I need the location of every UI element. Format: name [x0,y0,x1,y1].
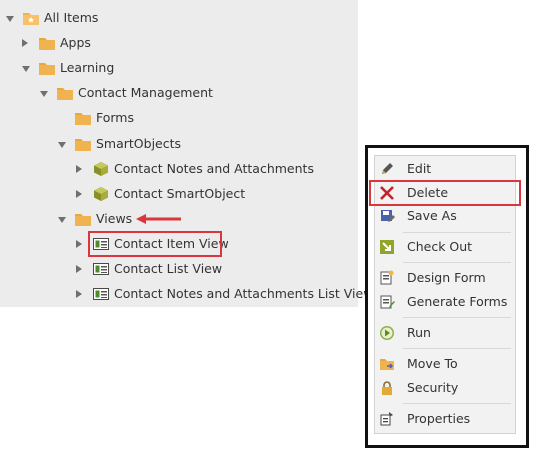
lock-icon [382,381,392,395]
tree-node-label: SmartObjects [96,136,182,151]
move-to-icon [380,359,394,370]
generate-forms-icon [380,295,395,309]
selection-highlight [88,231,222,257]
collapse-arrow-icon[interactable] [76,165,82,173]
smartobject-icon [94,162,108,176]
menu-item-label: Check Out [407,239,473,254]
folder-icon [75,214,91,226]
annotation-arrow-icon [136,214,181,224]
context-menu: Edit Delete Save As Check Out Design For… [369,155,521,434]
category-tree-panel: All Items Apps Learning Contact Manageme… [0,0,373,307]
menu-item-design-form[interactable]: Design Form [375,267,515,289]
tree-node-label: Forms [96,110,135,125]
collapse-arrow-icon[interactable] [76,265,82,273]
tree-node-label: Apps [60,35,91,50]
properties-icon [380,412,393,426]
expand-arrow-icon[interactable] [58,217,66,223]
menu-item-label: Design Form [407,270,486,285]
folder-icon [39,63,55,75]
menu-item-label: Security [407,380,459,395]
menu-separator [403,403,511,404]
view-icon [93,288,109,300]
menu-item-label: Properties [407,411,471,426]
menu-item-move-to[interactable]: Move To [375,353,515,375]
menu-item-security[interactable]: Security [375,377,515,399]
collapse-arrow-icon[interactable] [22,39,28,47]
menu-item-label: Run [407,325,431,340]
collapse-arrow-icon[interactable] [76,240,82,248]
tree-node-label: Contact List View [114,261,223,276]
save-as-icon [381,210,395,222]
tree-node-label: Contact Management [78,85,213,100]
folder-icon [57,88,73,100]
menu-separator [403,317,511,318]
menu-separator [403,232,511,233]
expand-arrow-icon[interactable] [22,66,30,72]
menu-separator [403,262,511,263]
collapse-arrow-icon[interactable] [76,290,82,298]
collapse-arrow-icon[interactable] [76,190,82,198]
expand-arrow-icon[interactable] [40,91,48,97]
delete-highlight [369,180,521,206]
view-icon [93,263,109,275]
menu-item-label: Generate Forms [407,294,508,309]
check-out-icon [380,240,394,254]
tree-node-label: Contact SmartObject [114,186,246,201]
folder-icon [39,38,55,50]
folder-star-icon [23,13,39,25]
menu-item-run[interactable]: Run [375,322,515,344]
menu-item-label: Save As [407,208,457,223]
folder-icon [75,139,91,151]
menu-item-edit[interactable]: Edit [375,158,515,180]
menu-item-properties[interactable]: Properties [375,408,515,430]
smartobject-icon [94,187,108,201]
tree-node-label: Views [96,211,133,226]
folder-icon [75,113,91,125]
tree-node-label: All Items [44,10,99,25]
menu-item-generate-forms[interactable]: Generate Forms [375,291,515,313]
run-icon [380,326,394,340]
menu-item-save-as[interactable]: Save As [375,205,515,227]
expand-arrow-icon[interactable] [58,142,66,148]
design-form-icon [380,270,394,285]
menu-item-label: Edit [407,161,432,176]
tree-node-label: Contact Notes and Attachments List View [114,286,374,301]
tree-node-label: Contact Notes and Attachments [114,161,314,176]
menu-item-check-out[interactable]: Check Out [375,236,515,258]
menu-item-label: Move To [407,356,458,371]
pencil-icon [382,163,393,174]
tree-node-label: Learning [60,60,115,75]
menu-separator [403,348,511,349]
expand-arrow-icon[interactable] [6,16,14,22]
